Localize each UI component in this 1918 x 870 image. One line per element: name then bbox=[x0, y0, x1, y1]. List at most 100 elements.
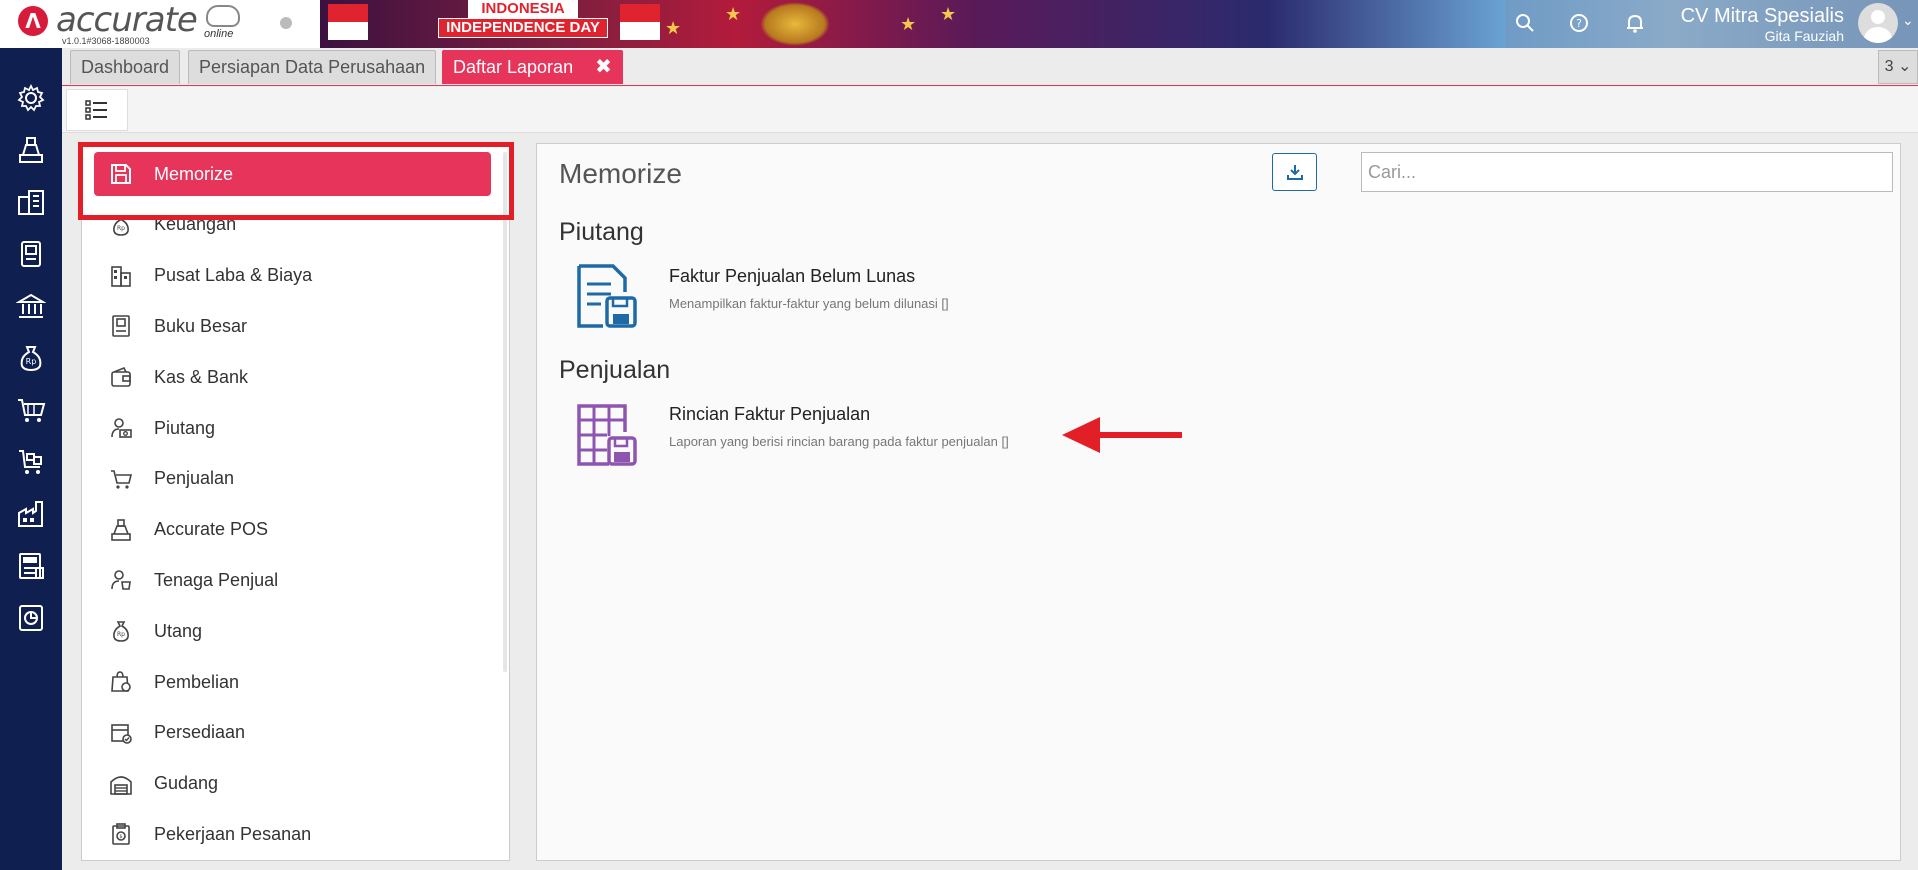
garuda-emblem-icon bbox=[760, 2, 830, 46]
category-item-persediaan[interactable]: Persediaan bbox=[94, 711, 491, 755]
category-label: Penjualan bbox=[154, 468, 235, 489]
wallet-icon bbox=[108, 364, 134, 390]
help-icon[interactable]: ? bbox=[1567, 12, 1591, 36]
list-view-button[interactable] bbox=[66, 89, 128, 131]
report-category-panel: Memorize Rp Keuangan Pusat Laba & Biaya Buku… bbox=[81, 143, 510, 861]
star-icon: ★ bbox=[665, 18, 682, 38]
tax-icon[interactable] bbox=[13, 548, 49, 584]
factory-icon[interactable] bbox=[13, 496, 49, 532]
independence-day-banner: INDONESIA INDEPENDENCE DAY ★ ★ ★ ★ bbox=[320, 0, 1505, 48]
svg-text:Rp: Rp bbox=[117, 225, 125, 232]
report-name: Rincian Faktur Penjualan bbox=[669, 404, 871, 424]
category-item-gudang[interactable]: Gudang bbox=[94, 762, 491, 806]
category-item-accurate-pos[interactable]: Accurate POS bbox=[94, 508, 491, 552]
tab-daftar-laporan[interactable]: Daftar Laporan ✖ bbox=[442, 50, 623, 84]
category-label: Piutang bbox=[154, 417, 216, 438]
chevron-down-icon[interactable]: ⌄ bbox=[1902, 12, 1914, 29]
svg-text:$: $ bbox=[119, 834, 122, 840]
bank-icon[interactable] bbox=[13, 288, 49, 324]
purchase-icon bbox=[108, 669, 134, 695]
category-item-pekerjaan-pesanan[interactable]: $ Pekerjaan Pesanan bbox=[94, 812, 491, 856]
truck-icon[interactable] bbox=[13, 444, 49, 480]
star-icon: ★ bbox=[940, 4, 957, 24]
salesperson-icon bbox=[108, 567, 134, 593]
section-title-piutang: Piutang bbox=[559, 218, 644, 246]
logo-online-text: online bbox=[204, 28, 234, 40]
svg-text:Rp: Rp bbox=[117, 631, 125, 638]
annotation-highlight-box bbox=[78, 142, 514, 220]
category-item-piutang[interactable]: Piutang bbox=[94, 406, 491, 450]
category-item-pembelian[interactable]: Pembelian bbox=[94, 660, 491, 704]
banner-line2: INDEPENDENCE DAY bbox=[438, 18, 608, 38]
ledger-icon bbox=[108, 313, 134, 339]
tab-label: Daftar Laporan bbox=[453, 57, 574, 77]
search-input[interactable] bbox=[1361, 152, 1893, 192]
money-bag-icon[interactable]: Rp bbox=[13, 340, 49, 376]
table-save-icon bbox=[573, 400, 641, 470]
job-order-icon: $ bbox=[108, 821, 134, 847]
report-description: Menampilkan faktur-faktur yang belum dil… bbox=[669, 296, 949, 311]
category-item-kas-bank[interactable]: Kas & Bank bbox=[94, 355, 491, 399]
tab-bar: Dashboard Persiapan Data Perusahaan Daft… bbox=[62, 48, 1918, 86]
top-right-area: ? CV Mitra Spesialis Gita Fauziah bbox=[1505, 0, 1918, 48]
report-item-faktur-penjualan-belum-lunas[interactable]: Faktur Penjualan Belum Lunas Menampilkan… bbox=[573, 262, 1173, 332]
category-item-penjualan[interactable]: Penjualan bbox=[94, 457, 491, 501]
user-name: Gita Fauziah bbox=[1764, 28, 1844, 44]
invoice-save-icon bbox=[573, 262, 641, 332]
search-icon[interactable] bbox=[1513, 12, 1537, 36]
warehouse-icon bbox=[108, 771, 134, 797]
category-item-buku-besar[interactable]: Buku Besar bbox=[94, 304, 491, 348]
category-item-utang[interactable]: Rp Utang bbox=[94, 609, 491, 653]
cart-icon[interactable] bbox=[13, 392, 49, 428]
category-label: Accurate POS bbox=[154, 519, 269, 540]
download-button[interactable] bbox=[1272, 153, 1317, 191]
inventory-icon bbox=[108, 720, 134, 746]
report-description: Laporan yang berisi rincian barang pada … bbox=[669, 434, 1009, 449]
svg-text:Rp: Rp bbox=[26, 357, 37, 366]
payable-icon: Rp bbox=[108, 618, 134, 644]
category-label: Utang bbox=[154, 620, 203, 641]
close-icon[interactable]: ✖ bbox=[595, 56, 612, 78]
category-label: Gudang bbox=[154, 773, 219, 794]
toolbar bbox=[62, 87, 1918, 133]
accurate-logo[interactable]: Λ accurate online v1.0.1#3068-1880003 bbox=[14, 0, 244, 46]
left-nav: Rp bbox=[0, 48, 62, 870]
gear-icon[interactable] bbox=[13, 80, 49, 116]
scrollbar[interactable] bbox=[503, 152, 507, 672]
ledger-icon[interactable] bbox=[13, 236, 49, 272]
cashier-icon[interactable] bbox=[13, 132, 49, 168]
status-dot bbox=[280, 17, 292, 29]
category-label: Buku Besar bbox=[154, 315, 248, 336]
company-info[interactable]: CV Mitra Spesialis Gita Fauziah bbox=[1681, 4, 1844, 44]
top-bar: Λ accurate online v1.0.1#3068-1880003 IN… bbox=[0, 0, 1918, 48]
building-icon bbox=[108, 263, 134, 289]
page-title: Memorize bbox=[559, 158, 682, 189]
section-title-penjualan: Penjualan bbox=[559, 356, 671, 384]
tab-count-value: 3 bbox=[1884, 58, 1894, 75]
category-label: Kas & Bank bbox=[154, 366, 249, 387]
tab-persiapan-data-perusahaan[interactable]: Persiapan Data Perusahaan bbox=[188, 50, 437, 84]
category-label: Pusat Laba & Biaya bbox=[154, 265, 313, 286]
star-icon: ★ bbox=[725, 4, 742, 24]
report-name: Faktur Penjualan Belum Lunas bbox=[669, 266, 916, 286]
accurate-logo-mark: Λ bbox=[18, 6, 48, 36]
category-label: Pembelian bbox=[154, 671, 240, 692]
logo-text: accurate bbox=[56, 0, 198, 40]
category-item-pusat-laba-biaya[interactable]: Pusat Laba & Biaya bbox=[94, 254, 491, 298]
banner-title: INDONESIA INDEPENDENCE DAY bbox=[438, 0, 608, 38]
annotation-arrow bbox=[1062, 417, 1182, 453]
receivable-icon bbox=[108, 415, 134, 441]
category-item-tenaga-penjual[interactable]: Tenaga Penjual bbox=[94, 558, 491, 602]
cloud-icon bbox=[206, 5, 240, 27]
report-icon[interactable] bbox=[13, 600, 49, 636]
tab-label: Dashboard bbox=[81, 57, 170, 77]
tab-dashboard[interactable]: Dashboard bbox=[70, 50, 181, 84]
building-icon[interactable] bbox=[13, 184, 49, 220]
bell-icon[interactable] bbox=[1623, 12, 1647, 36]
download-icon bbox=[1286, 165, 1303, 180]
avatar[interactable] bbox=[1858, 3, 1898, 43]
category-label: Tenaga Penjual bbox=[154, 569, 279, 590]
list-icon bbox=[85, 100, 107, 120]
tab-count-dropdown[interactable]: 3 ⌄ bbox=[1878, 50, 1918, 84]
flag-icon bbox=[620, 4, 660, 40]
